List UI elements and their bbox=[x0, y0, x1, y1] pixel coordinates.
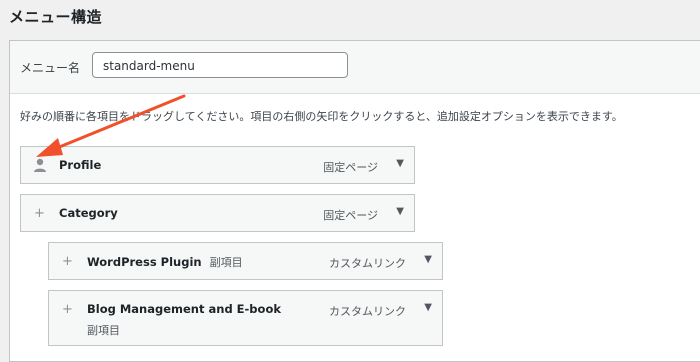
menu-item-type: カスタムリンク bbox=[329, 257, 406, 270]
sub-item-tag: 副項目 bbox=[87, 324, 120, 337]
menu-item-title-wrap: WordPress Plugin 副項目 bbox=[87, 254, 243, 270]
menu-item-category[interactable]: + Category 固定ページ ▼ bbox=[20, 194, 415, 232]
menu-name-input[interactable]: standard-menu bbox=[92, 52, 348, 78]
plus-icon: + bbox=[34, 206, 45, 221]
menu-item-title: Category bbox=[59, 206, 118, 220]
user-icon bbox=[34, 158, 46, 172]
plus-icon: + bbox=[62, 302, 73, 317]
menu-structure-panel: メニュー名 standard-menu 好みの順番に各項目をドラッグしてください… bbox=[9, 40, 700, 362]
plus-icon: + bbox=[62, 254, 73, 269]
page-title: メニュー構造 bbox=[9, 8, 103, 26]
menu-item-wordpress-plugin[interactable]: + WordPress Plugin 副項目 カスタムリンク ▼ bbox=[48, 242, 443, 280]
menu-item-type: カスタムリンク bbox=[329, 305, 406, 318]
expand-arrow-icon[interactable]: ▼ bbox=[396, 206, 404, 217]
sub-item-tag: 副項目 bbox=[209, 256, 243, 269]
menu-item-title: Profile bbox=[59, 158, 102, 172]
menu-item-title: Blog Management and E-book bbox=[87, 302, 281, 316]
menu-item-profile[interactable]: Profile 固定ページ ▼ bbox=[20, 146, 415, 184]
menu-item-type: 固定ページ bbox=[323, 209, 378, 222]
instructions-text: 好みの順番に各項目をドラッグしてください。項目の右側の矢印をクリックすると、追加… bbox=[20, 110, 623, 123]
expand-arrow-icon[interactable]: ▼ bbox=[424, 302, 432, 313]
menu-name-label: メニュー名 bbox=[20, 61, 81, 75]
expand-arrow-icon[interactable]: ▼ bbox=[396, 158, 404, 169]
menu-item-type: 固定ページ bbox=[323, 161, 378, 174]
menu-item-blog-management[interactable]: + Blog Management and E-book 副項目 カスタムリンク… bbox=[48, 290, 443, 346]
expand-arrow-icon[interactable]: ▼ bbox=[424, 254, 432, 265]
menu-item-title: WordPress Plugin bbox=[87, 255, 202, 269]
menu-name-row: メニュー名 standard-menu bbox=[10, 41, 700, 94]
